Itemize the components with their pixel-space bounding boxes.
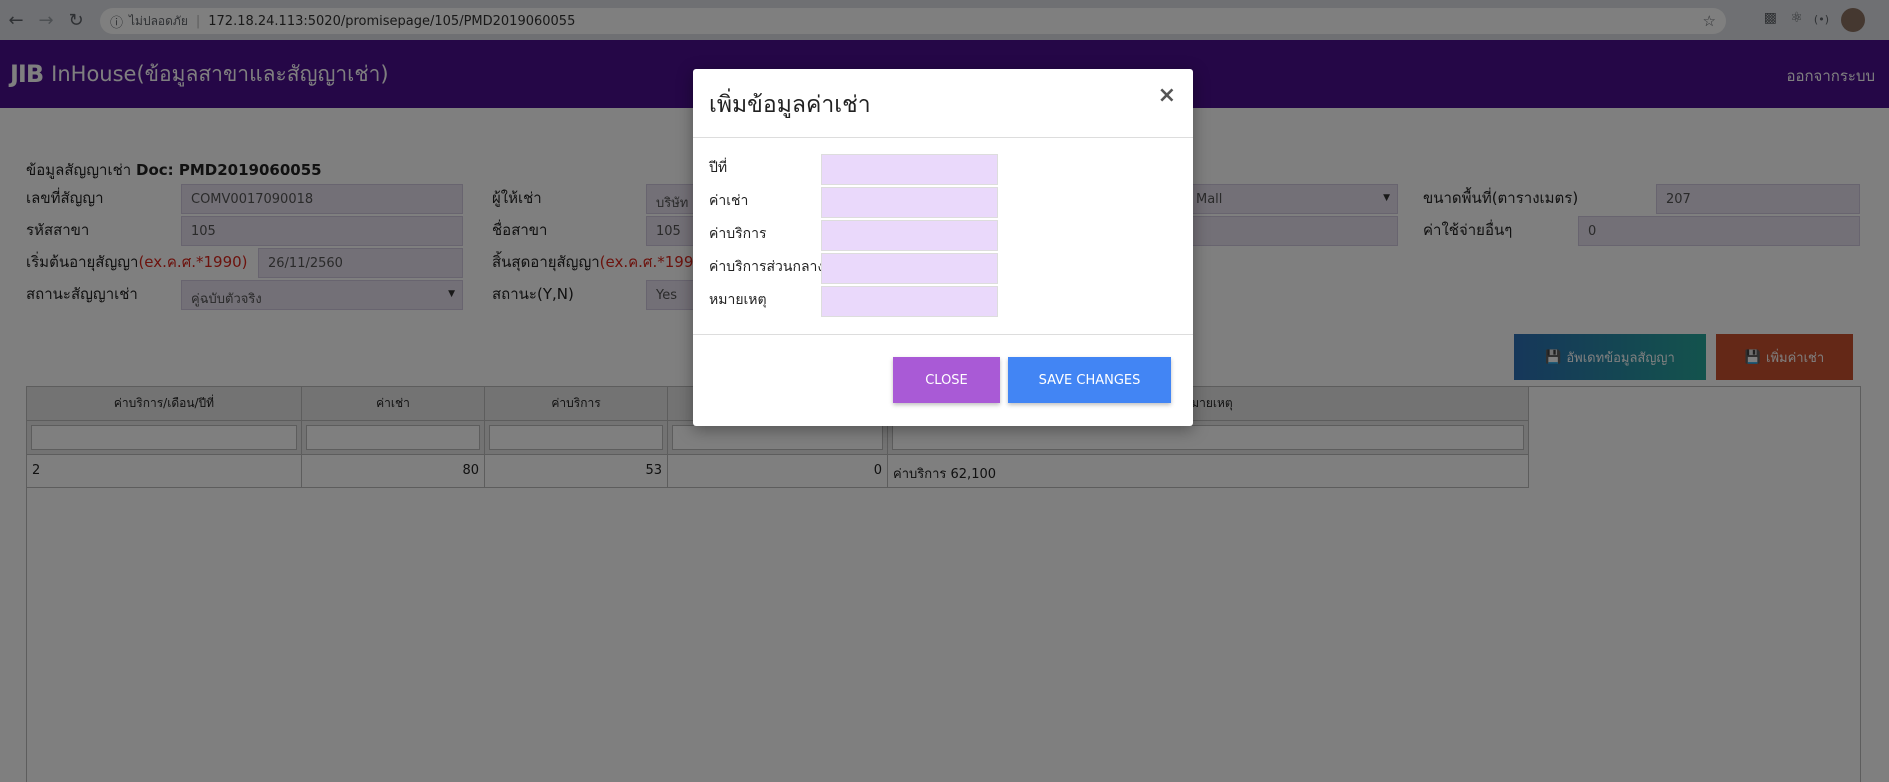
year-label: ปีที่ (709, 160, 728, 176)
rent-label: ค่าเช่า (709, 193, 749, 209)
add-rent-modal: เพิ่มข้อมูลค่าเช่า × ปีที่ ค่าเช่า ค่าบร… (693, 69, 1193, 426)
rent-input[interactable] (821, 187, 998, 218)
service-fee-input[interactable] (821, 220, 998, 251)
remark-input[interactable] (821, 286, 998, 317)
save-changes-button[interactable]: SAVE CHANGES (1008, 357, 1171, 403)
remark-label: หมายเหตุ (709, 292, 767, 308)
modal-title: เพิ่มข้อมูลค่าเช่า (709, 92, 871, 118)
service-fee-label: ค่าบริการ (709, 226, 767, 242)
common-fee-input[interactable] (821, 253, 998, 284)
year-input[interactable] (821, 154, 998, 185)
close-icon[interactable]: × (1158, 83, 1176, 108)
close-button[interactable]: CLOSE (893, 357, 1000, 403)
common-fee-label: ค่าบริการส่วนกลาง (709, 259, 825, 275)
modal-divider (693, 334, 1193, 335)
modal-divider (693, 137, 1193, 138)
